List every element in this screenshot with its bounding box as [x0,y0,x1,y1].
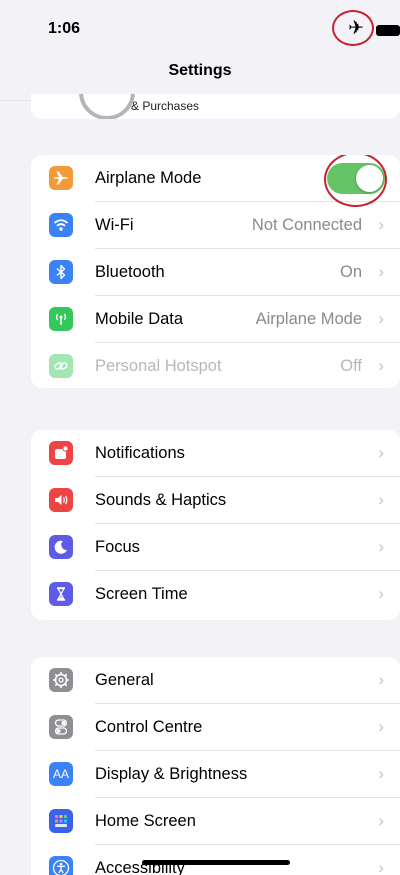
chevron-right-icon: › [378,584,384,603]
settings-row-screen-time[interactable]: Screen Time › [31,571,400,618]
chevron-right-icon: › [378,215,384,234]
chevron-right-icon: › [378,443,384,462]
gear-icon [49,668,73,692]
chevron-right-icon: › [378,356,384,375]
settings-row-control-centre[interactable]: Control Centre › [31,704,400,751]
row-value: Not Connected [251,216,362,234]
row-label: Notifications [95,444,185,462]
row-label: Sounds & Haptics [95,491,227,509]
row-label: Mobile Data [95,310,184,328]
row-label: Focus [95,538,140,556]
settings-row-focus[interactable]: Focus › [31,524,400,571]
apple-id-card[interactable]: & Purchases [31,94,400,119]
chevron-right-icon: › [378,537,384,556]
speaker-icon [49,488,73,512]
wifi-icon [49,213,73,237]
chevron-right-icon: › [378,717,384,736]
antenna-icon [49,307,73,331]
chevron-right-icon: › [378,764,384,783]
annotation-circle-status [332,10,374,46]
row-value: Airplane Mode [255,310,362,328]
page-title: Settings [168,62,232,79]
home-indicator[interactable] [142,860,290,865]
settings-group-alerts: Notifications › Sounds & Haptics › Focus… [31,430,400,620]
row-label: Display & Brightness [95,765,248,783]
row-label: Wi-Fi [95,216,134,234]
settings-row-home-screen[interactable]: Home Screen › [31,798,400,845]
battery-icon [376,25,400,36]
settings-row-display-brightness[interactable]: AA Display & Brightness › [31,751,400,798]
account-subtitle: & Purchases [131,99,200,113]
status-time: 1:06 [48,20,81,37]
row-label: Home Screen [95,812,196,830]
settings-row-personal-hotspot[interactable]: Personal Hotspot Off › [31,343,400,388]
row-value: On [339,263,362,281]
row-label: General [95,671,154,689]
settings-group-connectivity: Airplane Mode Wi-Fi Not Connected › Blue… [31,155,400,388]
hotspot-icon [49,354,73,378]
accessibility-icon [49,856,73,875]
chevron-right-icon: › [378,490,384,509]
chevron-right-icon: › [378,670,384,689]
app-grid-icon [49,809,73,833]
row-label: Airplane Mode [95,169,202,187]
airplane-icon [49,166,73,190]
avatar [79,94,135,119]
settings-row-sounds-haptics[interactable]: Sounds & Haptics › [31,477,400,524]
switches-icon [49,715,73,739]
row-label: Bluetooth [95,263,165,281]
settings-row-airplane-mode[interactable]: Airplane Mode [31,155,400,207]
row-value: Off [340,357,362,375]
chevron-right-icon: › [378,858,384,875]
chevron-right-icon: › [378,262,384,281]
annotation-circle-toggle [324,155,387,207]
row-label: Control Centre [95,718,203,736]
hourglass-icon [49,582,73,606]
settings-row-wifi[interactable]: Wi-Fi Not Connected › [31,202,400,249]
settings-group-system: General › Control Centre › AA Display & … [31,657,400,875]
settings-row-bluetooth[interactable]: Bluetooth On › [31,249,400,296]
status-bar: 1:06 ✈ [0,0,400,55]
chevron-right-icon: › [378,309,384,328]
moon-icon [49,535,73,559]
settings-row-general[interactable]: General › [31,657,400,704]
text-size-icon: AA [49,762,73,786]
chevron-right-icon: › [378,811,384,830]
bluetooth-icon [49,260,73,284]
settings-row-mobile-data[interactable]: Mobile Data Airplane Mode › [31,296,400,343]
row-label: Personal Hotspot [95,357,222,375]
notifications-icon [49,441,73,465]
settings-row-notifications[interactable]: Notifications › [31,430,400,477]
row-label: Screen Time [95,585,188,603]
